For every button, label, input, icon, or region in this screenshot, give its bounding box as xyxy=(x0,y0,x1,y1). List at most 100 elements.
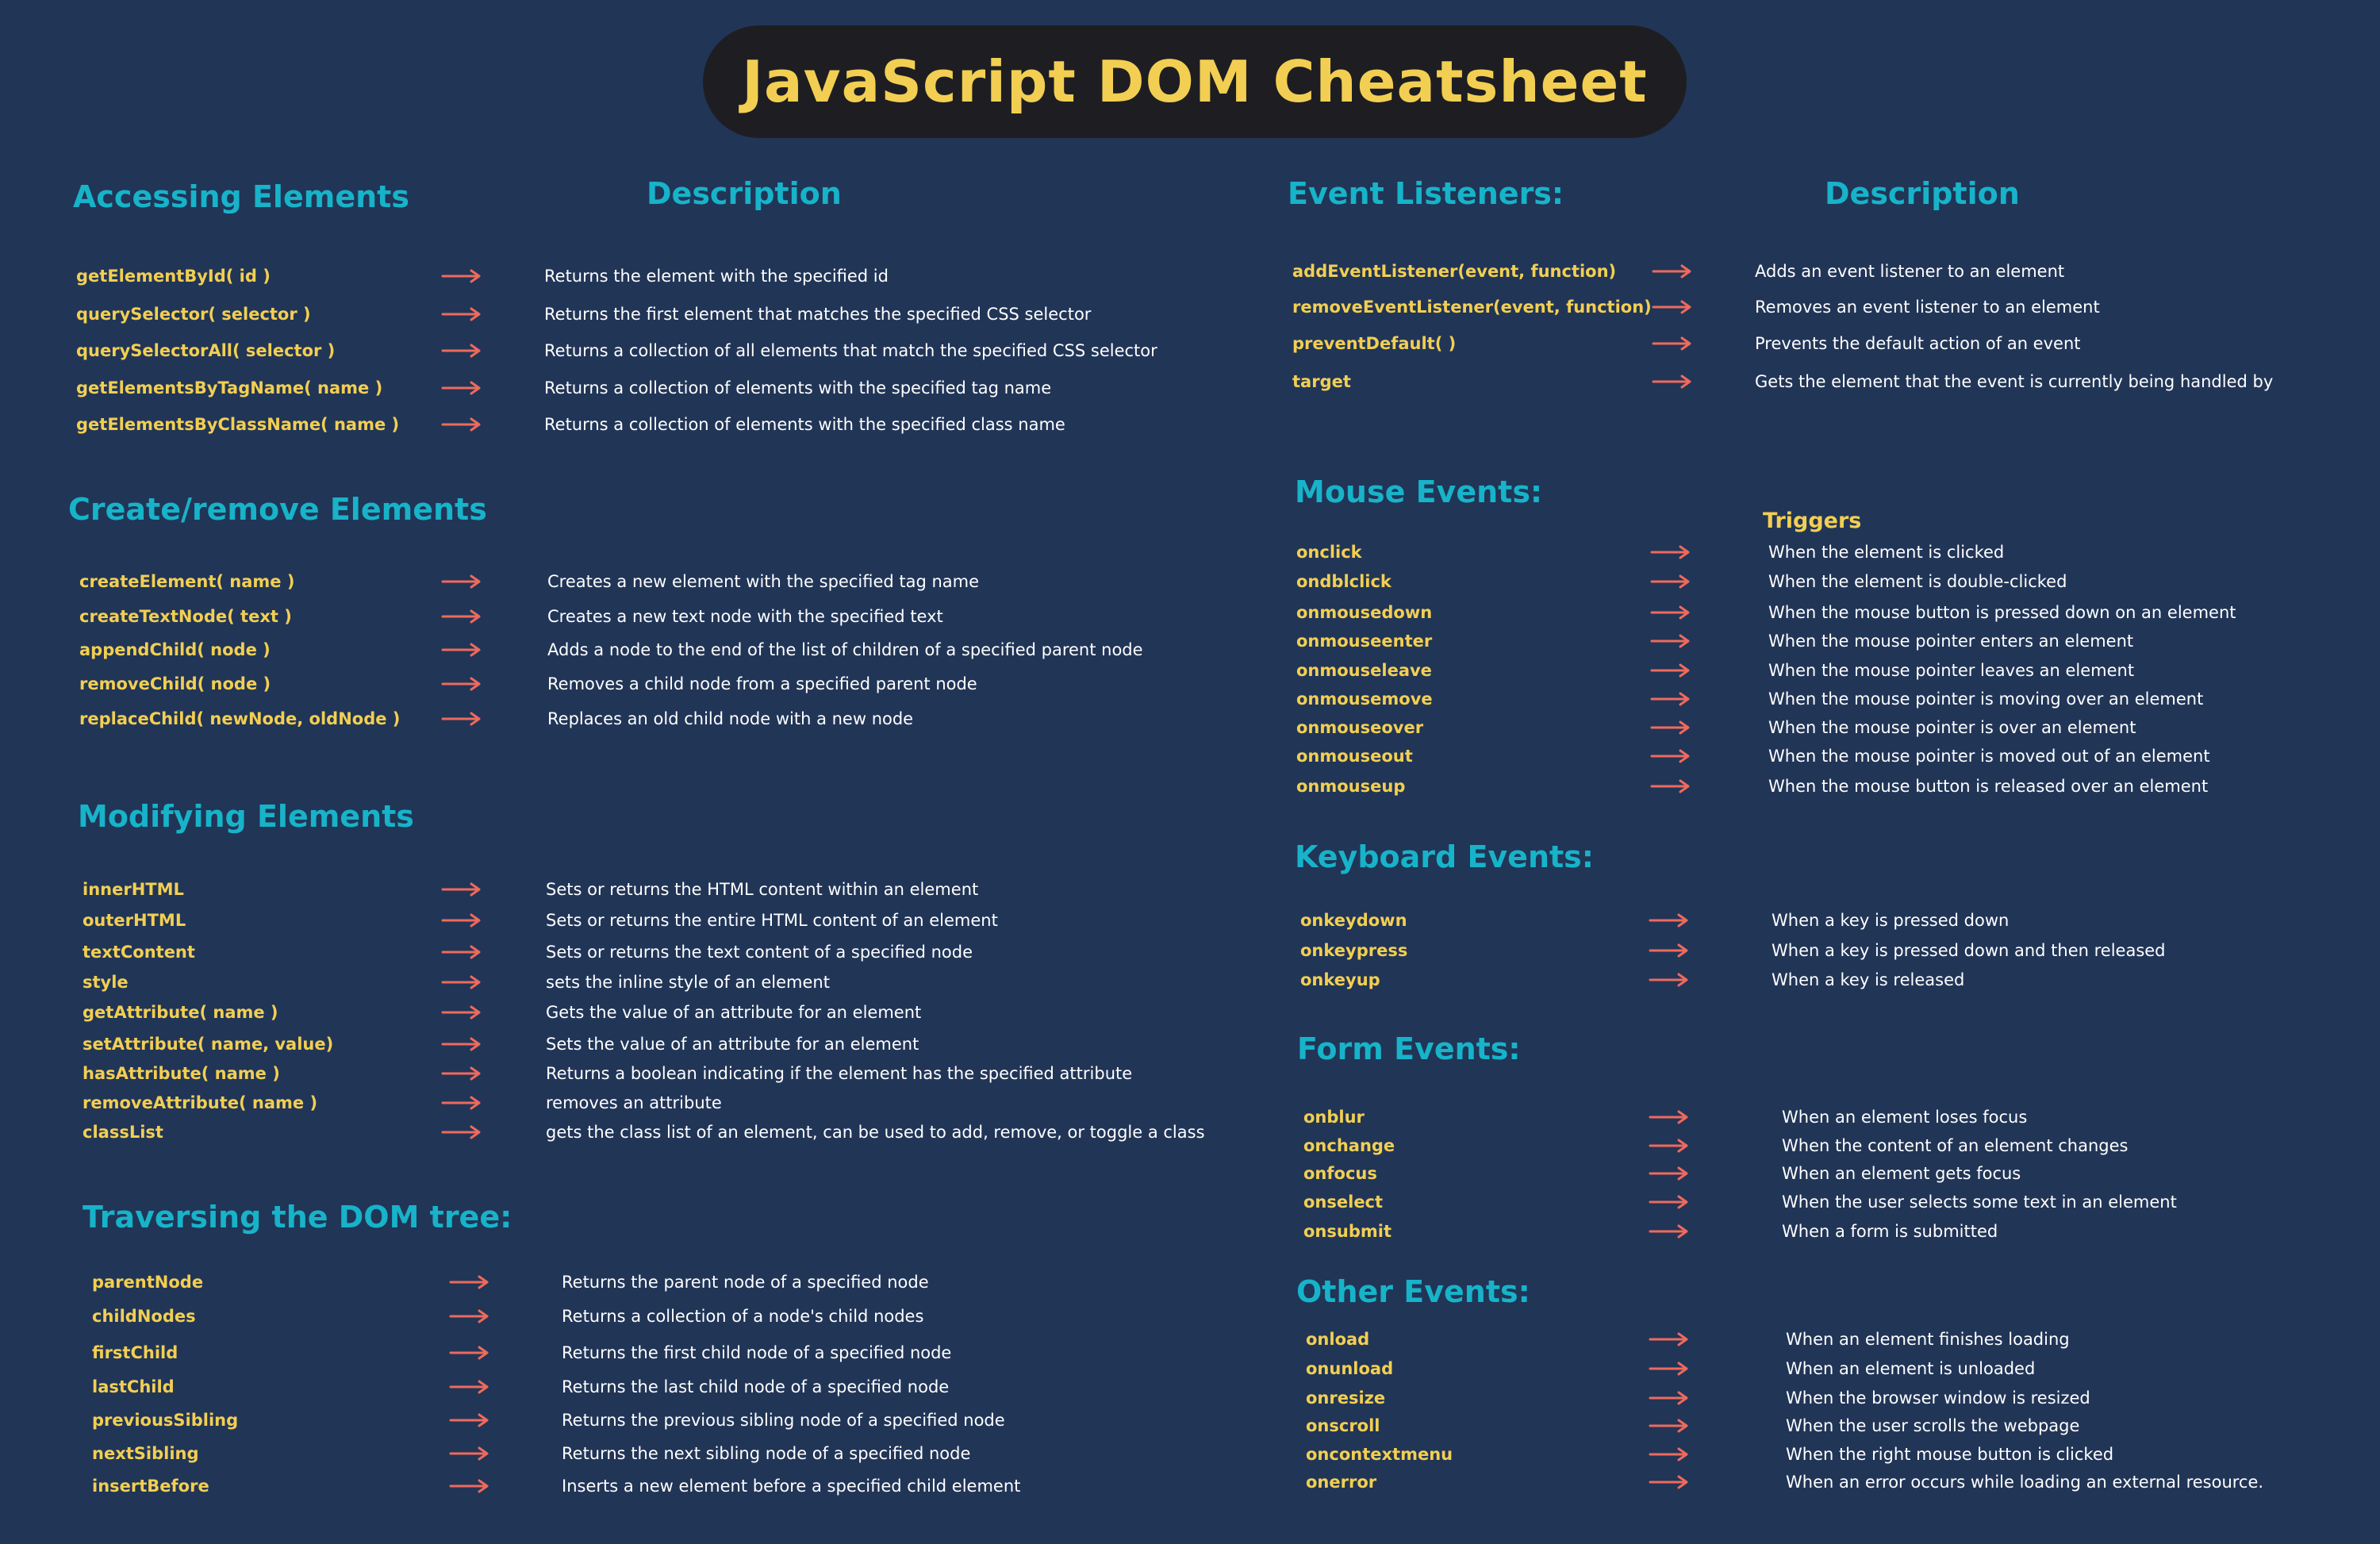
right-arrow-icon xyxy=(441,703,482,735)
other-description: When the right mouse button is clicked xyxy=(1786,1445,2114,1464)
accessing-description: Returns a collection of elements with th… xyxy=(544,415,1065,434)
other-description: When an error occurs while loading an ex… xyxy=(1786,1473,2264,1492)
accessing-method: getElementById( id ) xyxy=(76,267,271,286)
traversing-description: Returns the previous sibling node of a s… xyxy=(562,1411,1005,1430)
mouse-description: When the element is clicked xyxy=(1768,543,2005,562)
right-arrow-icon xyxy=(441,634,482,666)
modifying-description: Sets or returns the entire HTML content … xyxy=(546,911,998,930)
keyboard-method: onkeyup xyxy=(1300,970,1380,989)
right-arrow-icon xyxy=(1652,366,1693,398)
keyboard-method: onkeypress xyxy=(1300,941,1408,960)
create-description: Creates a new element with the specified… xyxy=(547,572,980,591)
listeners-description: Removes an event listener to an element xyxy=(1755,298,2100,317)
create-method: replaceChild( newNode, oldNode ) xyxy=(79,709,401,728)
right-arrow-icon xyxy=(1650,712,1691,743)
modifying-method: removeAttribute( name ) xyxy=(83,1093,318,1112)
other-description: When the browser window is resized xyxy=(1786,1388,2090,1408)
accessing-method: getElementsByTagName( name ) xyxy=(76,378,383,398)
right-arrow-icon xyxy=(449,1371,490,1403)
right-arrow-icon xyxy=(441,936,482,968)
right-arrow-icon xyxy=(441,601,482,632)
modifying-method: textContent xyxy=(83,943,195,962)
right-arrow-icon xyxy=(441,874,482,905)
right-arrow-icon xyxy=(1650,655,1691,686)
modifying-description: gets the class list of an element, can b… xyxy=(546,1123,1205,1142)
mouse-method: onclick xyxy=(1296,543,1362,562)
mouse-method: onmousedown xyxy=(1296,603,1433,622)
right-arrow-icon xyxy=(1650,683,1691,715)
modifying-description: Sets the value of an attribute for an el… xyxy=(546,1035,919,1054)
modifying-elements-heading: Modifying Elements xyxy=(78,799,414,834)
create-method: removeChild( node ) xyxy=(79,674,271,693)
traversing-method: previousSibling xyxy=(92,1411,239,1430)
right-arrow-icon xyxy=(449,1438,490,1469)
modifying-description: Sets or returns the text content of a sp… xyxy=(546,943,973,962)
right-arrow-icon xyxy=(1649,1466,1690,1498)
modifying-description: Sets or returns the HTML content within … xyxy=(546,880,979,899)
right-arrow-icon xyxy=(441,1116,482,1148)
right-arrow-icon xyxy=(1652,255,1693,287)
right-arrow-icon xyxy=(1649,1410,1690,1442)
right-arrow-icon xyxy=(1649,905,1690,936)
right-arrow-icon xyxy=(1649,1353,1690,1385)
right-arrow-icon xyxy=(1649,1216,1690,1247)
modifying-description: removes an attribute xyxy=(546,1093,722,1112)
create-remove-heading: Create/remove Elements xyxy=(68,492,487,527)
mouse-description: When the mouse pointer is moved out of a… xyxy=(1768,747,2210,766)
create-method: appendChild( node ) xyxy=(79,640,271,659)
create-description: Replaces an old child node with a new no… xyxy=(547,709,914,728)
right-arrow-icon xyxy=(449,1337,490,1369)
traversing-method: insertBefore xyxy=(92,1477,209,1496)
right-arrow-icon xyxy=(441,997,482,1028)
accessing-description: Returns a collection of all elements tha… xyxy=(544,341,1157,360)
modifying-method: setAttribute( name, value) xyxy=(83,1035,334,1054)
modifying-description: sets the inline style of an element xyxy=(546,973,830,992)
right-arrow-icon xyxy=(441,1087,482,1119)
right-arrow-icon xyxy=(449,1300,490,1332)
form-description: When the user selects some text in an el… xyxy=(1782,1193,2177,1212)
mouse-method: onmouseover xyxy=(1296,718,1424,737)
right-arrow-icon xyxy=(441,1058,482,1089)
create-description: Creates a new text node with the specifi… xyxy=(547,607,943,626)
right-arrow-icon xyxy=(449,1404,490,1436)
right-arrow-icon xyxy=(441,260,482,292)
event-listeners-heading: Event Listeners: xyxy=(1288,176,1564,211)
triggers-heading: Triggers xyxy=(1763,509,1862,533)
right-arrow-icon xyxy=(1649,1186,1690,1218)
other-description: When the user scrolls the webpage xyxy=(1786,1416,2080,1435)
accessing-description: Returns a collection of elements with th… xyxy=(544,378,1052,398)
mouse-description: When the mouse pointer is over an elemen… xyxy=(1768,718,2136,737)
modifying-description: Returns a boolean indicating if the elem… xyxy=(546,1064,1133,1083)
right-arrow-icon xyxy=(441,335,482,367)
listeners-description-heading: Description xyxy=(1825,176,2020,211)
mouse-description: When the element is double-clicked xyxy=(1768,572,2067,591)
title-banner: JavaScript DOM Cheatsheet xyxy=(703,25,1687,138)
traversing-method: lastChild xyxy=(92,1377,175,1396)
right-arrow-icon xyxy=(1649,1382,1690,1414)
right-arrow-icon xyxy=(441,409,482,440)
form-description: When a form is submitted xyxy=(1782,1222,1998,1241)
traversing-method: parentNode xyxy=(92,1273,204,1292)
other-method: onerror xyxy=(1306,1473,1377,1492)
traversing-method: firstChild xyxy=(92,1343,178,1362)
right-arrow-icon xyxy=(1649,935,1690,966)
form-description: When an element gets focus xyxy=(1782,1164,2021,1183)
page-title: JavaScript DOM Cheatsheet xyxy=(742,48,1648,115)
mouse-method: onmousemove xyxy=(1296,689,1433,709)
mouse-method: ondblclick xyxy=(1296,572,1392,591)
listeners-method: target xyxy=(1292,372,1351,391)
right-arrow-icon xyxy=(1650,566,1691,597)
right-arrow-icon xyxy=(1649,1438,1690,1470)
mouse-description: When the mouse pointer enters an element xyxy=(1768,632,2134,651)
listeners-description: Gets the element that the event is curre… xyxy=(1755,372,2274,391)
right-arrow-icon xyxy=(441,1028,482,1060)
form-description: When an element loses focus xyxy=(1782,1108,2028,1127)
right-arrow-icon xyxy=(1650,597,1691,628)
right-arrow-icon xyxy=(1652,328,1693,359)
create-description: Adds a node to the end of the list of ch… xyxy=(547,640,1143,659)
form-method: onblur xyxy=(1303,1108,1365,1127)
traversing-description: Returns the first child node of a specif… xyxy=(562,1343,952,1362)
form-description: When the content of an element changes xyxy=(1782,1136,2129,1155)
form-events-heading: Form Events: xyxy=(1297,1031,1521,1066)
mouse-method: onmouseup xyxy=(1296,777,1406,796)
